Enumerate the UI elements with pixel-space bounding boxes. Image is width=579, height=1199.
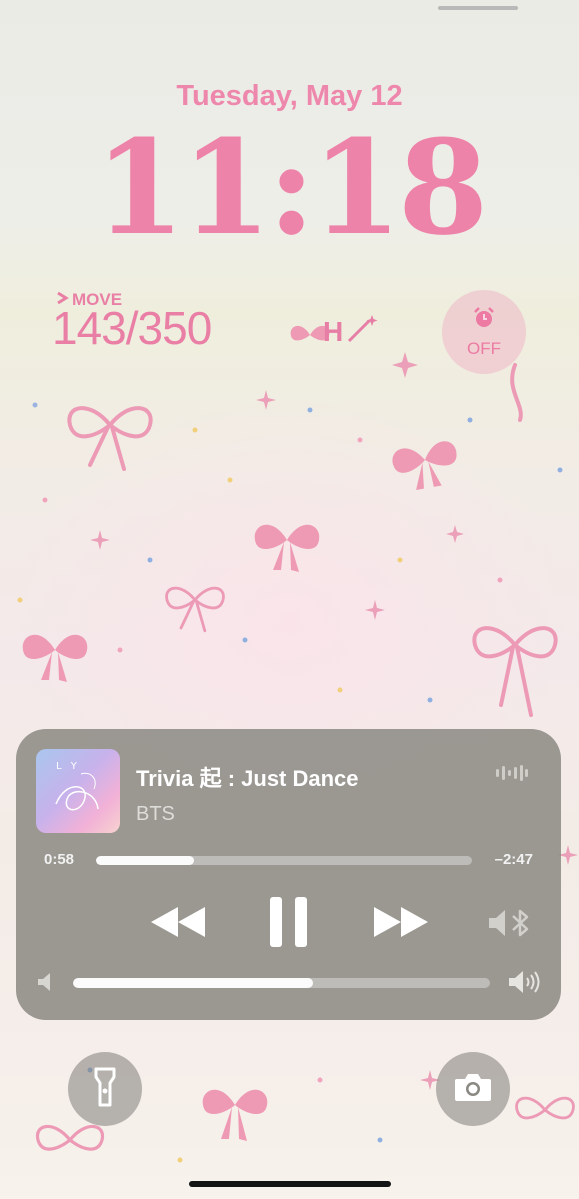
move-widget[interactable]: MOVE 143/350 [52,290,212,354]
lock-date: Tuesday, May 12 [176,80,403,112]
bluetooth-speaker-icon[interactable] [487,907,533,944]
playback-scrubber[interactable] [96,856,472,865]
artist-name: BTS [136,803,175,825]
flashlight-button[interactable] [68,1052,142,1126]
home-indicator[interactable] [189,1181,391,1187]
alarm-status: OFF [467,338,501,358]
remaining-time: –2:47 [494,851,533,868]
volume-high-icon [509,971,541,998]
song-title: Trivia 起 : Just Dance [136,766,359,791]
move-value: 143/350 [52,302,212,354]
alarm-clock-icon [472,306,496,335]
fast-forward-icon[interactable] [374,907,428,942]
volume-slider[interactable] [73,978,490,988]
h-widget-label: H [323,315,344,347]
camera-icon [454,1072,492,1107]
waveform-icon [496,764,528,787]
rewind-icon[interactable] [151,907,205,942]
magic-wand-icon [345,313,379,350]
camera-button[interactable] [436,1052,510,1126]
volume-low-icon [38,973,52,996]
pause-icon[interactable] [270,897,308,952]
album-artwork[interactable]: L Y [36,749,120,833]
notification-handle[interactable] [438,6,518,10]
elapsed-time: 0:58 [44,851,75,868]
lock-time: 11:18 [94,111,489,264]
volume-level [73,978,313,988]
now-playing-widget[interactable]: L Y Trivia 起 : Just Dance BTS 0:58 –2:47 [16,729,561,1020]
h-widget[interactable]: H [323,313,379,350]
alarm-widget[interactable]: OFF [442,290,526,374]
playback-progress [96,856,194,865]
svg-text:L Y: L Y [56,761,80,772]
flashlight-icon [94,1067,116,1112]
